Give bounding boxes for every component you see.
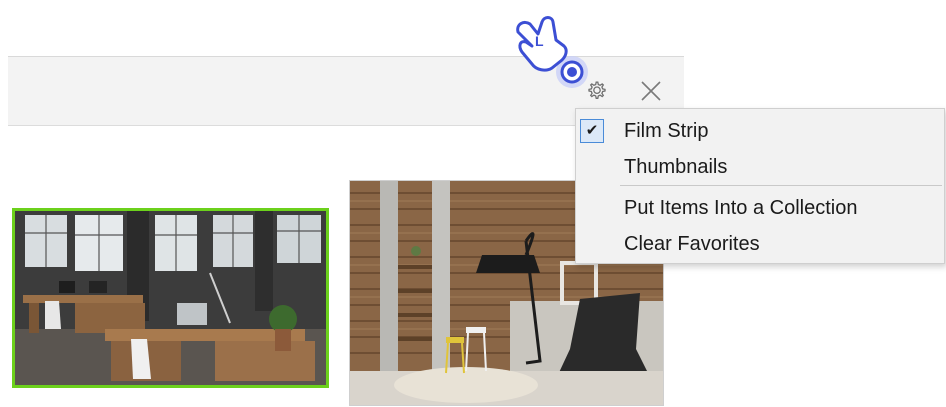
check-icon: ✔ (580, 119, 604, 143)
menu-item-label: Thumbnails (624, 156, 728, 178)
menu-item-film-strip[interactable]: ✔ Film Strip (576, 114, 944, 148)
menu-separator (620, 185, 942, 186)
menu-item-clear-favorites[interactable]: Clear Favorites (576, 227, 944, 261)
close-icon[interactable] (638, 78, 664, 104)
office-thumbnail[interactable] (12, 208, 329, 388)
menu-item-thumbnails[interactable]: Thumbnails (576, 150, 944, 184)
menu-item-label: Film Strip (624, 120, 709, 142)
menu-item-label: Put Items Into a Collection (624, 197, 858, 219)
cursor-badge: L (535, 33, 544, 49)
view-options-menu: ✔ Film Strip Thumbnails Put Items Into a… (575, 108, 945, 264)
hand-pointer-icon: L (512, 12, 592, 92)
menu-item-put-into-collection[interactable]: Put Items Into a Collection (576, 191, 944, 225)
menu-item-label: Clear Favorites (624, 233, 760, 255)
